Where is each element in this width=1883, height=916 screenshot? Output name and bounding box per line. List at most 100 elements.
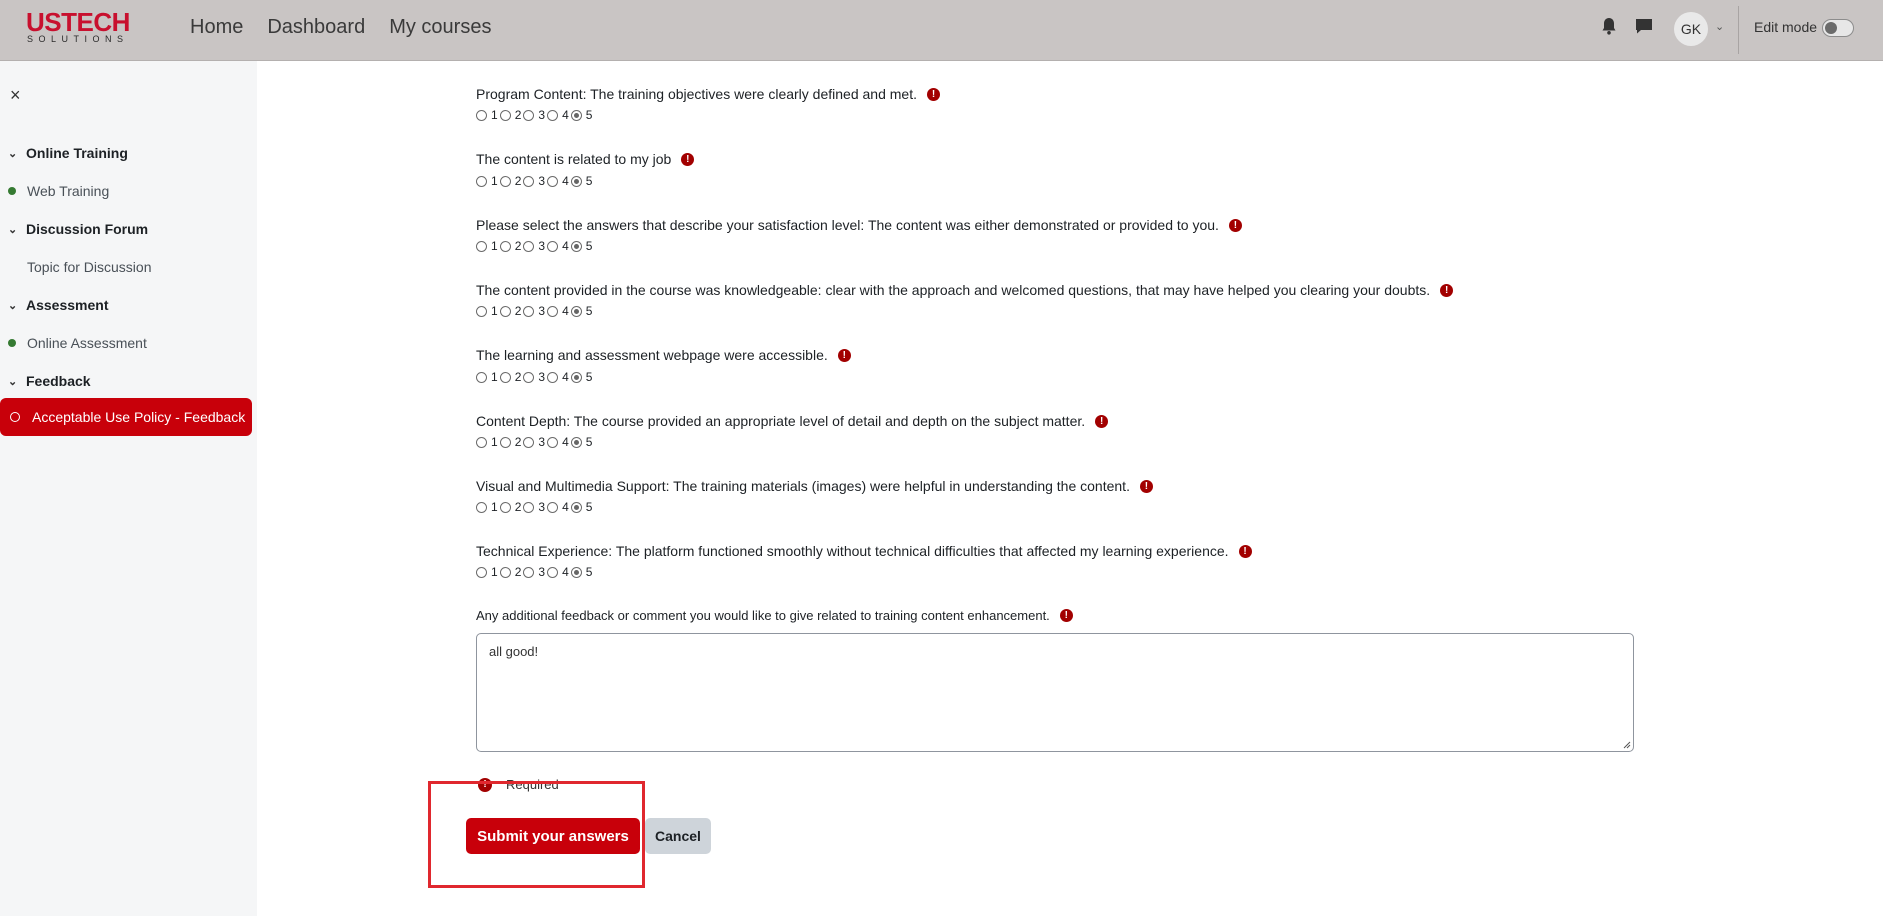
chevron-down-icon[interactable]: ⌄ bbox=[1715, 20, 1724, 33]
rating-option-2[interactable]: 2 bbox=[499, 239, 524, 253]
radio-button[interactable] bbox=[547, 566, 559, 578]
rating-option-4[interactable]: 4 bbox=[547, 500, 571, 514]
radio-button[interactable] bbox=[523, 109, 535, 121]
radio-button[interactable] bbox=[570, 436, 582, 448]
rating-option-2[interactable]: 2 bbox=[499, 565, 524, 579]
radio-button[interactable] bbox=[570, 175, 582, 187]
rating-option-5[interactable]: 5 bbox=[570, 435, 595, 449]
rating-option-1[interactable]: 1 bbox=[476, 435, 500, 449]
radio-button[interactable] bbox=[499, 566, 511, 578]
rating-option-4[interactable]: 4 bbox=[547, 435, 571, 449]
user-avatar[interactable]: GK bbox=[1674, 12, 1708, 46]
radio-button[interactable] bbox=[547, 240, 559, 252]
radio-button[interactable] bbox=[547, 305, 559, 317]
rating-option-3[interactable]: 3 bbox=[523, 108, 547, 122]
rating-option-4[interactable]: 4 bbox=[547, 108, 571, 122]
rating-option-2[interactable]: 2 bbox=[499, 174, 524, 188]
radio-button[interactable] bbox=[523, 305, 535, 317]
comment-textarea[interactable]: all good! bbox=[476, 633, 1634, 752]
nav-my-courses-link[interactable]: My courses bbox=[389, 16, 491, 39]
edit-mode-toggle[interactable] bbox=[1822, 19, 1854, 37]
rating-option-3[interactable]: 3 bbox=[523, 174, 547, 188]
rating-option-4[interactable]: 4 bbox=[547, 304, 571, 318]
radio-button[interactable] bbox=[476, 501, 487, 513]
radio-button[interactable] bbox=[499, 175, 511, 187]
ustech-logo[interactable]: USTECH SOLUTIONS bbox=[26, 9, 142, 44]
sidebar-item-online-assessment[interactable]: Online Assessment bbox=[8, 335, 147, 351]
radio-button[interactable] bbox=[499, 371, 511, 383]
rating-option-5[interactable]: 5 bbox=[570, 500, 595, 514]
radio-button[interactable] bbox=[547, 109, 559, 121]
rating-option-2[interactable]: 2 bbox=[499, 500, 524, 514]
rating-option-5[interactable]: 5 bbox=[570, 304, 595, 318]
radio-button[interactable] bbox=[476, 566, 487, 578]
radio-button[interactable] bbox=[523, 436, 535, 448]
radio-button[interactable] bbox=[523, 501, 535, 513]
radio-button[interactable] bbox=[499, 240, 511, 252]
radio-button[interactable] bbox=[547, 175, 559, 187]
rating-option-5[interactable]: 5 bbox=[570, 108, 595, 122]
radio-button[interactable] bbox=[523, 240, 535, 252]
radio-button[interactable] bbox=[570, 501, 582, 513]
radio-button[interactable] bbox=[499, 436, 511, 448]
rating-option-4[interactable]: 4 bbox=[547, 370, 571, 384]
radio-button[interactable] bbox=[570, 371, 582, 383]
rating-option-1[interactable]: 1 bbox=[476, 370, 500, 384]
rating-option-1[interactable]: 1 bbox=[476, 174, 500, 188]
rating-option-5[interactable]: 5 bbox=[570, 370, 595, 384]
sidebar-item-web-training[interactable]: Web Training bbox=[8, 183, 109, 199]
radio-button[interactable] bbox=[476, 371, 487, 383]
rating-option-4[interactable]: 4 bbox=[547, 174, 571, 188]
radio-button[interactable] bbox=[499, 501, 511, 513]
messages-chat-icon[interactable] bbox=[1635, 18, 1653, 34]
rating-option-3[interactable]: 3 bbox=[523, 565, 547, 579]
radio-button[interactable] bbox=[547, 501, 559, 513]
rating-option-3[interactable]: 3 bbox=[523, 304, 547, 318]
radio-button[interactable] bbox=[523, 566, 535, 578]
chevron-down-icon[interactable]: ⌄ bbox=[8, 223, 18, 236]
rating-option-2[interactable]: 2 bbox=[499, 370, 524, 384]
sidebar-item-topic-for-discussion[interactable]: Topic for Discussion bbox=[8, 259, 152, 275]
rating-option-3[interactable]: 3 bbox=[523, 500, 547, 514]
section-assessment[interactable]: ⌄ Assessment bbox=[8, 297, 109, 313]
chevron-down-icon[interactable]: ⌄ bbox=[8, 299, 18, 312]
rating-option-5[interactable]: 5 bbox=[570, 565, 595, 579]
rating-option-5[interactable]: 5 bbox=[570, 174, 595, 188]
radio-button[interactable] bbox=[476, 109, 487, 121]
section-feedback[interactable]: ⌄ Feedback bbox=[8, 373, 91, 389]
section-online-training[interactable]: ⌄ Online Training bbox=[8, 145, 128, 161]
rating-option-5[interactable]: 5 bbox=[570, 239, 595, 253]
radio-button[interactable] bbox=[476, 175, 487, 187]
rating-option-1[interactable]: 1 bbox=[476, 304, 500, 318]
cancel-button[interactable]: Cancel bbox=[645, 818, 711, 854]
radio-button[interactable] bbox=[476, 240, 487, 252]
radio-button[interactable] bbox=[499, 109, 511, 121]
rating-option-1[interactable]: 1 bbox=[476, 239, 500, 253]
radio-button[interactable] bbox=[570, 566, 582, 578]
rating-option-1[interactable]: 1 bbox=[476, 565, 500, 579]
rating-option-3[interactable]: 3 bbox=[523, 239, 547, 253]
resize-handle-icon[interactable] bbox=[1622, 740, 1631, 749]
chevron-down-icon[interactable]: ⌄ bbox=[8, 375, 18, 388]
radio-button[interactable] bbox=[547, 371, 559, 383]
radio-button[interactable] bbox=[523, 371, 535, 383]
nav-dashboard-link[interactable]: Dashboard bbox=[267, 16, 365, 39]
radio-button[interactable] bbox=[570, 305, 582, 317]
rating-option-1[interactable]: 1 bbox=[476, 500, 500, 514]
rating-option-1[interactable]: 1 bbox=[476, 108, 500, 122]
radio-button[interactable] bbox=[570, 109, 582, 121]
rating-option-2[interactable]: 2 bbox=[499, 304, 524, 318]
rating-option-4[interactable]: 4 bbox=[547, 239, 571, 253]
rating-option-4[interactable]: 4 bbox=[547, 565, 571, 579]
sidebar-item-acceptable-use-policy-feedback[interactable]: Acceptable Use Policy - Feedback bbox=[0, 398, 252, 436]
radio-button[interactable] bbox=[499, 305, 511, 317]
radio-button[interactable] bbox=[570, 240, 582, 252]
radio-button[interactable] bbox=[476, 305, 487, 317]
chevron-down-icon[interactable]: ⌄ bbox=[8, 147, 18, 160]
section-discussion-forum[interactable]: ⌄ Discussion Forum bbox=[8, 221, 148, 237]
nav-home-link[interactable]: Home bbox=[190, 16, 243, 39]
radio-button[interactable] bbox=[476, 436, 487, 448]
rating-option-2[interactable]: 2 bbox=[499, 435, 524, 449]
radio-button[interactable] bbox=[523, 175, 535, 187]
close-sidebar-icon[interactable]: × bbox=[10, 85, 21, 106]
